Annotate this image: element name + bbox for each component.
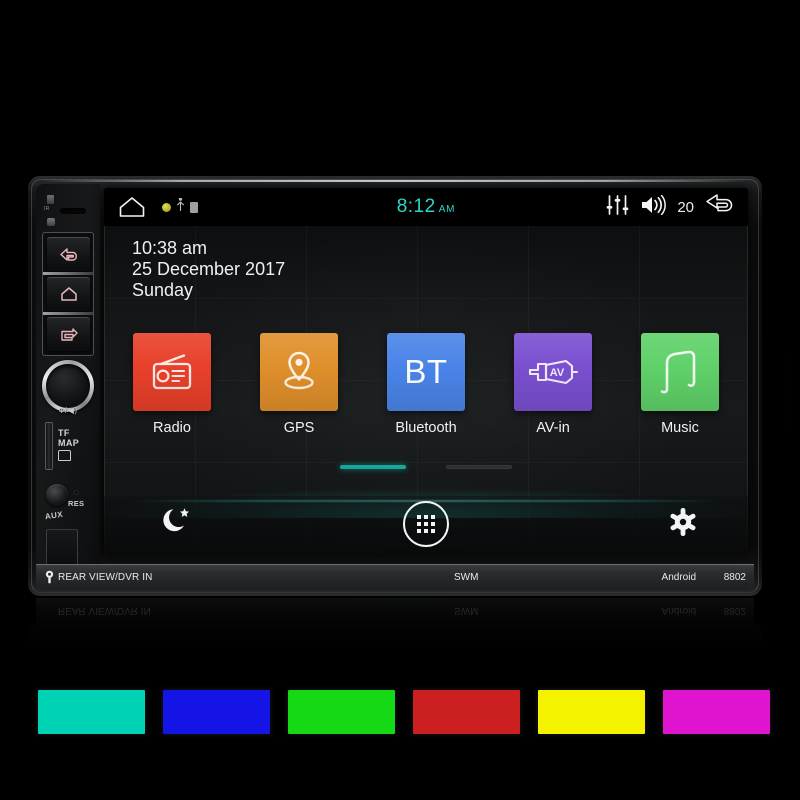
reflection-android-label: Android xyxy=(661,605,696,617)
app-music[interactable]: Music xyxy=(628,333,732,436)
reflection-model-label: 8802 xyxy=(723,605,746,617)
app-radio[interactable]: Radio xyxy=(120,333,224,436)
app-label: Radio xyxy=(153,420,191,436)
touchscreen-display[interactable]: 8:12 AM 20 10:38 am 25 December 2017 Sun… xyxy=(104,188,748,556)
app-av-in[interactable]: AV AV-in xyxy=(501,333,605,436)
knob-face xyxy=(46,364,90,408)
tf-card-slot[interactable] xyxy=(45,422,53,470)
app-tile[interactable]: AV xyxy=(514,333,592,411)
ir-label: IR xyxy=(44,206,50,212)
clock-time: 8:12 xyxy=(396,196,436,217)
app-label: AV-in xyxy=(536,420,570,436)
bt-text-icon: BT xyxy=(404,353,448,390)
widget-time: 10:38 am xyxy=(132,238,208,258)
page-dot-active[interactable] xyxy=(340,465,406,469)
rear-view-label: REAR VIEW/DVR IN xyxy=(58,571,153,583)
key-divider xyxy=(43,312,93,315)
model-label: 8802 xyxy=(723,571,746,583)
microphone-icon xyxy=(47,218,55,226)
status-right-group: 20 xyxy=(606,193,735,221)
bezel-bottom-strip: REAR VIEW/DVR IN SWM Android 8802 xyxy=(36,564,754,590)
reset-hole[interactable] xyxy=(74,490,79,495)
swatch-blue[interactable] xyxy=(163,690,270,734)
swatch-green[interactable] xyxy=(288,690,395,734)
grid-dots xyxy=(416,514,436,534)
bezel-top-highlight xyxy=(42,180,748,182)
swm-label: SWM xyxy=(454,571,479,583)
key-divider xyxy=(43,272,93,275)
app-tile[interactable] xyxy=(260,333,338,411)
left-control-panel: IR Ф/◀) TF MAP AUX RES xyxy=(36,184,100,571)
app-label: GPS xyxy=(283,420,315,436)
back-arrow-icon[interactable] xyxy=(705,193,735,221)
widget-date: 25 December 2017 xyxy=(132,259,286,279)
home-hardkey-button[interactable] xyxy=(47,277,90,311)
aux-label: AUX xyxy=(44,509,64,522)
swatch-yellow[interactable] xyxy=(538,690,645,734)
android-label: Android xyxy=(661,571,696,583)
app-gps[interactable]: GPS xyxy=(247,333,351,436)
app-label: Bluetooth xyxy=(395,420,457,436)
page-indicator xyxy=(104,465,748,469)
hardkey-cluster xyxy=(42,232,94,356)
swatch-red[interactable] xyxy=(413,690,520,734)
app-tile[interactable]: BT xyxy=(387,333,465,411)
app-row: Radio GPS BT Bluetooth AV AV-in Music xyxy=(120,333,732,436)
app-label: Music xyxy=(661,420,699,436)
screenshot-stage: IR Ф/◀) TF MAP AUX RES 8:12 AM 20 10:38 … xyxy=(0,0,800,800)
bottom-dock xyxy=(104,496,748,556)
moon-star-icon[interactable] xyxy=(162,505,192,540)
color-swatch-row xyxy=(0,690,800,734)
svg-text:AV: AV xyxy=(550,367,565,379)
ir-sensor-icon xyxy=(47,195,54,204)
knob-label: Ф/◀) xyxy=(58,406,78,415)
car-head-unit: IR Ф/◀) TF MAP AUX RES 8:12 AM 20 10:38 … xyxy=(28,176,762,596)
aux-jack[interactable] xyxy=(46,484,68,506)
reflection-strip: REAR VIEW/DVR IN SWM Android 8802 xyxy=(36,598,754,624)
widget-weekday: Sunday xyxy=(132,280,194,300)
back-hardkey-button[interactable] xyxy=(47,237,90,271)
clock-meridiem: AM xyxy=(438,204,456,215)
res-label: RES xyxy=(68,499,85,508)
volume-value: 20 xyxy=(677,198,694,216)
gear-icon[interactable] xyxy=(668,507,698,542)
sdcard-icon xyxy=(58,450,71,461)
equalizer-icon[interactable] xyxy=(606,194,629,220)
app-bluetooth[interactable]: BT Bluetooth xyxy=(374,333,478,436)
swatch-cyan[interactable] xyxy=(38,690,145,734)
camera-icon xyxy=(45,570,54,584)
page-dot[interactable] xyxy=(446,465,512,469)
app-tile[interactable] xyxy=(133,333,211,411)
reflection-swm-label: SWM xyxy=(454,605,479,617)
app-tile[interactable] xyxy=(641,333,719,411)
unit-reflection: REAR VIEW/DVR IN SWM Android 8802 xyxy=(28,598,762,670)
swatch-magenta[interactable] xyxy=(663,690,770,734)
volume-icon[interactable] xyxy=(640,194,667,220)
tf-map-label: TF MAP xyxy=(58,428,80,448)
reflection-rear-label: REAR VIEW/DVR IN xyxy=(58,605,151,617)
apps-grid-icon[interactable] xyxy=(403,501,449,547)
mode-hardkey-button[interactable] xyxy=(47,317,90,351)
status-bar: 8:12 AM 20 xyxy=(104,188,748,226)
ir-window xyxy=(60,208,86,214)
volume-power-knob[interactable]: Ф/◀) xyxy=(40,360,96,418)
reflection-body xyxy=(28,624,762,664)
clock-widget[interactable]: 10:38 am 25 December 2017 Sunday xyxy=(132,238,285,301)
